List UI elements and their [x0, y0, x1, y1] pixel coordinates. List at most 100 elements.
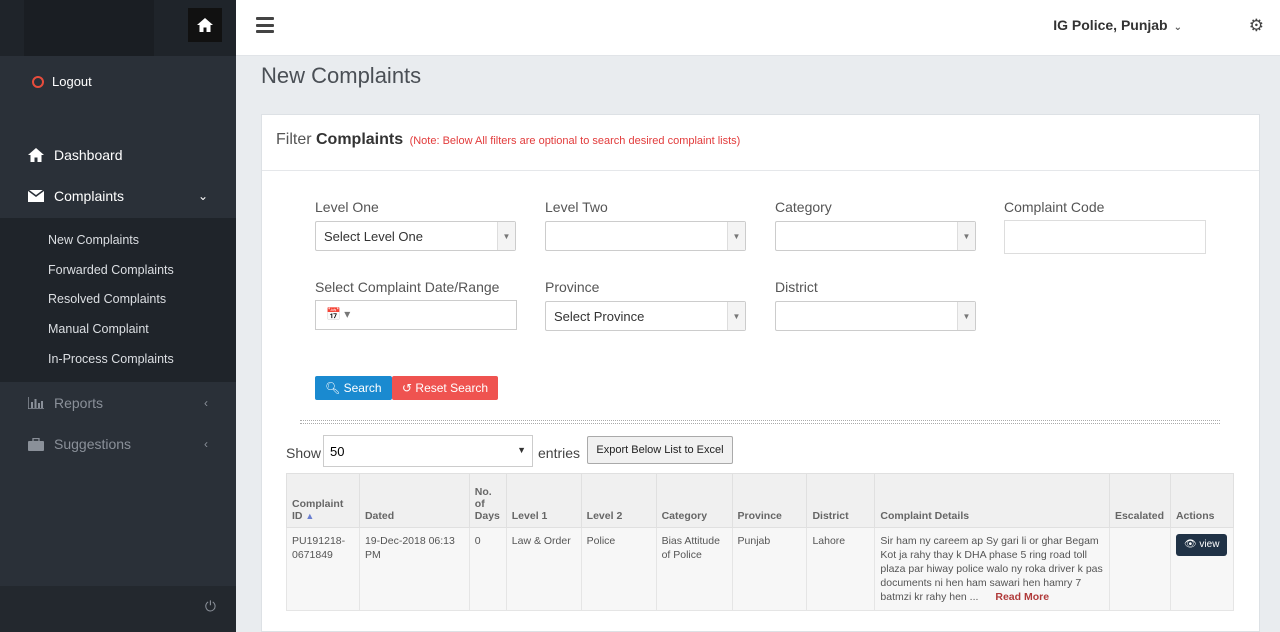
- category-label: Category: [775, 199, 832, 215]
- entries-label: entries: [538, 445, 581, 461]
- col-level-2[interactable]: Level 2: [580, 473, 657, 528]
- chevron-left-icon: ‹: [204, 437, 208, 451]
- view-button-label: view: [1199, 539, 1220, 550]
- table-header-row: Complaint ID ▲ Dated No. of Days Level 1…: [286, 473, 1235, 528]
- col-label: Complaint ID: [292, 498, 344, 522]
- divider: [300, 420, 1220, 424]
- sidebar-item-label: Reports: [54, 395, 104, 411]
- reset-button-label: Reset Search: [415, 381, 489, 395]
- home-button[interactable]: [188, 8, 222, 42]
- gear-icon[interactable]: ⚙: [1249, 16, 1264, 36]
- dropdown-arrow-icon: ▼: [957, 222, 975, 250]
- cell-district: Lahore: [806, 527, 876, 611]
- level-two-label: Level Two: [545, 199, 608, 215]
- power-icon[interactable]: ⏻: [205, 598, 216, 615]
- province-value: Select Province: [554, 309, 645, 324]
- export-excel-button[interactable]: Export Below List to Excel: [587, 436, 733, 464]
- entries-value: 50: [330, 444, 345, 459]
- calendar-icon: 📅: [326, 307, 341, 321]
- menu-toggle-icon[interactable]: [256, 17, 274, 33]
- complaints-submenu: New Complaints Forwarded Complaints Reso…: [0, 218, 236, 382]
- cell-days: 0: [468, 527, 507, 611]
- undo-icon: ↺: [402, 381, 413, 395]
- eye-icon: 👁︎: [1183, 539, 1197, 550]
- dropdown-arrow-icon: ▼: [497, 222, 515, 250]
- bar-chart-icon: [28, 397, 44, 409]
- reset-search-button[interactable]: ↺ Reset Search: [392, 376, 499, 400]
- logout-icon: [32, 75, 44, 88]
- dropdown-arrow-icon: ▼: [517, 445, 526, 455]
- logo-area: [24, 0, 154, 56]
- district-label: District: [775, 279, 818, 295]
- col-no-of-days[interactable]: No. of Days: [468, 473, 507, 528]
- sidebar-item-complaints[interactable]: Complaints ⌄: [28, 188, 208, 204]
- panel-title-prefix: Filter: [276, 131, 316, 148]
- search-button[interactable]: 🔍︎ Search: [315, 376, 392, 400]
- col-dated[interactable]: Dated: [358, 473, 470, 528]
- submenu-item-manual-complaint[interactable]: Manual Complaint: [48, 322, 149, 336]
- sidebar-item-reports[interactable]: Reports ‹: [28, 395, 208, 411]
- col-actions: Actions: [1169, 473, 1235, 528]
- sidebar: Logout Dashboard Complaints ⌄ New Compla…: [0, 0, 236, 632]
- chevron-left-icon: ‹: [204, 396, 208, 410]
- home-icon: [28, 148, 44, 162]
- dropdown-arrow-icon: ▼: [727, 222, 745, 250]
- col-complaint-details[interactable]: Complaint Details: [874, 473, 1110, 528]
- category-select[interactable]: ▼: [775, 221, 976, 251]
- level-one-label: Level One: [315, 199, 379, 215]
- col-level-1[interactable]: Level 1: [505, 473, 582, 528]
- page-title: New Complaints: [261, 63, 422, 88]
- submenu-item-forwarded-complaints[interactable]: Forwarded Complaints: [48, 263, 174, 277]
- cell-dated: 19-Dec-2018 06:13 PM: [358, 527, 470, 611]
- level-one-value: Select Level One: [324, 229, 424, 244]
- province-label: Province: [545, 279, 600, 295]
- cell-category: Bias Attitude of Police: [655, 527, 733, 611]
- filter-note: (Note: Below All filters are optional to…: [409, 135, 741, 147]
- cell-escalated: [1108, 527, 1171, 611]
- search-icon: 🔍︎: [325, 381, 341, 395]
- home-icon: [197, 18, 213, 32]
- panel-header: Filter Complaints (Note: Below All filte…: [262, 115, 1259, 171]
- col-district[interactable]: District: [806, 473, 876, 528]
- read-more-link[interactable]: Read More: [995, 591, 1049, 603]
- search-button-label: Search: [343, 381, 382, 395]
- date-range-picker[interactable]: 📅 ▾: [315, 300, 517, 330]
- col-province[interactable]: Province: [731, 473, 808, 528]
- col-escalated[interactable]: Escalated: [1108, 473, 1171, 528]
- cell-level2: Police: [580, 527, 657, 611]
- sidebar-header: [0, 0, 236, 56]
- sidebar-footer: ⏻: [0, 586, 236, 632]
- province-select[interactable]: Select Province ▼: [545, 301, 746, 331]
- district-select[interactable]: ▼: [775, 301, 976, 331]
- sidebar-item-label: Complaints: [54, 188, 125, 204]
- sidebar-item-label: Suggestions: [54, 436, 132, 452]
- submenu-item-in-process-complaints[interactable]: In-Process Complaints: [48, 352, 174, 366]
- show-label: Show: [286, 445, 322, 461]
- level-two-select[interactable]: ▼: [545, 221, 746, 251]
- col-complaint-id[interactable]: Complaint ID ▲: [286, 473, 360, 528]
- submenu-item-new-complaints[interactable]: New Complaints: [48, 233, 139, 247]
- dropdown-arrow-icon: ▼: [957, 302, 975, 330]
- complaint-code-label: Complaint Code: [1004, 199, 1105, 215]
- user-menu[interactable]: IG Police, Punjab ⌄: [1053, 17, 1182, 33]
- panel-title-bold: Complaints: [316, 131, 404, 148]
- sidebar-item-suggestions[interactable]: Suggestions ‹: [28, 436, 208, 452]
- submenu-item-resolved-complaints[interactable]: Resolved Complaints: [48, 292, 166, 306]
- dropdown-arrow-icon: ▼: [727, 302, 745, 330]
- view-button[interactable]: 👁︎ view: [1175, 534, 1228, 556]
- sort-asc-icon: ▲: [305, 511, 315, 521]
- sidebar-item-dashboard[interactable]: Dashboard: [28, 147, 208, 163]
- col-category[interactable]: Category: [655, 473, 733, 528]
- cell-actions: 👁︎ view: [1169, 527, 1235, 611]
- table-row: PU191218-0671849 19-Dec-2018 06:13 PM 0 …: [286, 527, 1235, 611]
- details-text: Sir ham ny careem ap Sy gari li or ghar …: [880, 535, 1103, 603]
- envelope-icon: [28, 190, 44, 202]
- level-one-select[interactable]: Select Level One ▼: [315, 221, 516, 251]
- logout-link[interactable]: Logout: [32, 74, 92, 89]
- logout-label: Logout: [52, 74, 92, 89]
- complaints-table: Complaint ID ▲ Dated No. of Days Level 1…: [286, 473, 1235, 611]
- briefcase-icon: [28, 437, 44, 451]
- cell-province: Punjab: [731, 527, 808, 611]
- complaint-code-input[interactable]: [1004, 220, 1206, 254]
- entries-select[interactable]: 50 ▼: [323, 435, 533, 467]
